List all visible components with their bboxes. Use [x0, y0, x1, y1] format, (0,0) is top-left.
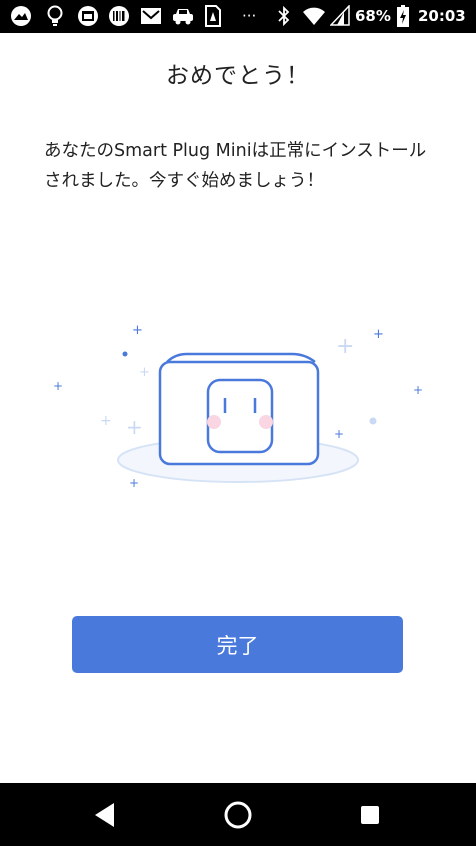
barcode-icon — [109, 6, 129, 26]
recents-icon[interactable] — [354, 799, 386, 831]
sparkle-icon: + — [53, 379, 63, 393]
sparkle-icon: + — [129, 476, 139, 490]
right-cheek — [259, 415, 273, 429]
success-message: あなたのSmart Plug Miniは正常にインストールされました。今すぐ始め… — [44, 141, 427, 191]
battery-percent: 68% — [355, 7, 391, 25]
sim-card-icon — [205, 5, 221, 27]
sparkle-icon: + — [132, 323, 143, 338]
navigation-bar — [0, 783, 476, 846]
sparkle-icon: + — [373, 327, 384, 342]
sparkle-icon: + — [100, 413, 112, 429]
home-icon[interactable] — [222, 799, 254, 831]
status-bar: ··· 68% 20:03 — [0, 0, 476, 33]
wifi-icon — [303, 7, 325, 25]
sparkle-icon: + — [139, 365, 150, 380]
mail-icon — [141, 8, 161, 24]
car-icon — [173, 9, 193, 25]
lightbulb-icon — [47, 5, 63, 26]
battery-charging-icon — [397, 5, 409, 27]
overflow-dots: ··· — [242, 7, 257, 25]
sparkle-icon: + — [413, 383, 423, 397]
back-icon[interactable] — [90, 799, 122, 831]
clock: 20:03 — [418, 7, 466, 25]
sparkle-icon: + — [336, 334, 354, 359]
done-button[interactable]: 完了 — [72, 616, 403, 673]
sparkle-icon: + — [334, 427, 344, 441]
sparkle-icon: + — [126, 415, 143, 439]
left-cheek — [207, 415, 221, 429]
calendar-icon — [78, 6, 98, 26]
navigation-app-icon — [11, 6, 31, 26]
smart-plug-illustration: + + + + + + + + + + — [53, 323, 423, 490]
page-title: おめでとう！ — [166, 63, 310, 89]
bluetooth-icon — [278, 5, 290, 27]
cellular-signal-icon — [330, 5, 350, 26]
